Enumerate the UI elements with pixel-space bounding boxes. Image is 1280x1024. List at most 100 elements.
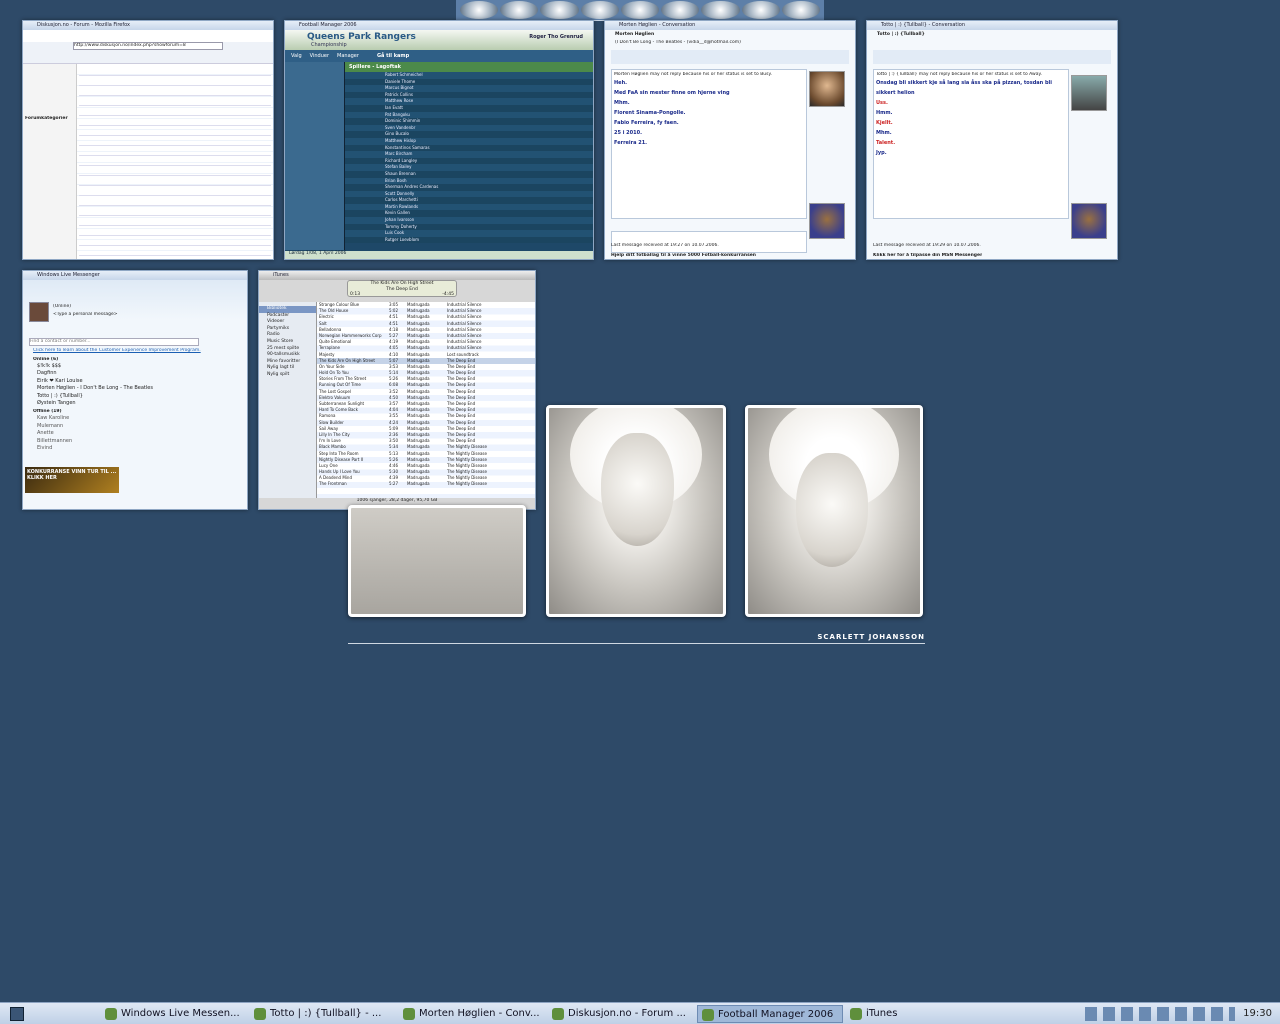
player-row[interactable]: Shaun Brennan <box>345 170 593 178</box>
player-row[interactable]: Richard Langley <box>345 157 593 165</box>
player-row[interactable]: Matthew Hislop <box>345 137 593 145</box>
forum-thread-row[interactable] <box>79 216 271 226</box>
itunes-window[interactable]: iTunes The Kids Are On High Street The D… <box>258 270 536 510</box>
forum-thread-row[interactable] <box>79 136 271 146</box>
forum-thread-row[interactable] <box>79 66 271 76</box>
source-item[interactable]: 90-tallsmusikk <box>259 352 316 359</box>
player-row[interactable]: Marc Bircham <box>345 151 593 158</box>
player-row[interactable]: Matthew Rose <box>345 98 593 105</box>
forum-thread-row[interactable] <box>79 196 271 206</box>
forum-thread-row[interactable] <box>79 226 271 236</box>
player-row[interactable]: Marcus Bignot <box>345 85 593 92</box>
warning-icon[interactable] <box>620 1 660 19</box>
player-row[interactable]: Daniele Thome <box>345 78 593 86</box>
player-row[interactable]: Patrick Collins <box>345 91 593 99</box>
player-row[interactable]: Konstantinos Samaras <box>345 144 593 152</box>
menu-vinduer[interactable]: Vinduer <box>310 53 329 59</box>
photo-left[interactable] <box>348 505 526 617</box>
conversation-totto-window[interactable]: Totto | :) {Tullball} - Conversation Tot… <box>866 20 1118 260</box>
conv1-input[interactable] <box>611 231 807 253</box>
ad-banner[interactable]: KONKURRANSE VINN TUR TIL ... KLIKK HER <box>25 467 119 493</box>
player-row[interactable]: Scott Donnelly <box>345 190 593 198</box>
forum-thread-row[interactable] <box>79 126 271 136</box>
taskbar-button[interactable]: Diskusjon.no - Forum ... <box>548 1005 694 1023</box>
contact-search-input[interactable]: Find a contact or number... <box>29 338 199 346</box>
player-row[interactable]: Kevin Gallen <box>345 210 593 218</box>
source-item[interactable]: Radio <box>259 332 316 339</box>
forum-thread-row[interactable] <box>79 206 271 216</box>
url-bar[interactable]: http://www.diskusjon.no/index.php?showfo… <box>73 42 223 50</box>
forum-thread-row[interactable] <box>79 96 271 106</box>
forum-thread-row[interactable] <box>79 256 271 259</box>
show-desktop-icon[interactable] <box>10 1006 24 1021</box>
contact-online[interactable]: $!k!k $$$ <box>23 363 247 370</box>
source-item[interactable]: Nylig lagt til <box>259 365 316 372</box>
source-item[interactable]: Nylig spilt <box>259 372 316 379</box>
taskbar-button[interactable]: Windows Live Messen... <box>101 1005 247 1023</box>
ceip-banner[interactable]: Click here to learn about the Customer E… <box>33 348 237 354</box>
contact-offline[interactable]: Kaw Karoline <box>23 415 247 422</box>
forum-thread-row[interactable] <box>79 146 271 156</box>
player-row[interactable]: Luis Cook <box>345 230 593 237</box>
contact-online[interactable]: Eirik ❤ Kari Louise <box>23 378 247 385</box>
contact-offline[interactable]: Billettmannen <box>23 438 247 445</box>
contact-online[interactable]: Morten Høglien - I Don't Be Long - The B… <box>23 385 247 392</box>
taskbar-button[interactable]: Football Manager 2006 <box>697 1004 843 1023</box>
menu-valg[interactable]: Valg <box>291 53 302 59</box>
conv1-footer-link[interactable]: Hjelp ditt fotballag til å vinne 5000 Fo… <box>611 253 756 259</box>
my-avatar[interactable] <box>29 302 49 322</box>
player-row[interactable]: Johan Ivarsson <box>345 217 593 224</box>
contact-online[interactable]: Totto | :) {Tullball} <box>23 393 247 400</box>
contact-offline[interactable]: Eivind <box>23 445 247 452</box>
player-row[interactable]: Tommy Doherty <box>345 223 593 231</box>
player-row[interactable]: Carlos Marchetti <box>345 197 593 204</box>
conv2-footer-link[interactable]: Klikk her for å tilpasse din MSN Messeng… <box>873 253 982 259</box>
player-row[interactable]: Ian Evatt <box>345 104 593 112</box>
contact-offline[interactable]: Anette <box>23 430 247 437</box>
forum-thread-row[interactable] <box>79 236 271 246</box>
player-row[interactable]: Martin Rowlands <box>345 203 593 211</box>
conversation-morten-window[interactable]: Morten Høglien - Conversation Morten Høg… <box>604 20 856 260</box>
halflife-icon[interactable] <box>701 1 740 19</box>
fm-icon[interactable] <box>741 1 780 19</box>
contact-online[interactable]: Dagfinn <box>23 370 247 377</box>
wlm-window[interactable]: Windows Live Messenger (Online) <Type a … <box>22 270 248 510</box>
taskbar-button[interactable]: Totto | :) {Tullball} - ... <box>250 1005 396 1023</box>
browser-window[interactable]: Diskusjon.no - Forum - Mozilla Firefox h… <box>22 20 274 260</box>
player-row[interactable]: Stefan Bailey <box>345 164 593 171</box>
forum-thread-row[interactable] <box>79 116 271 126</box>
player-row[interactable]: Sven Vandenbr <box>345 124 593 132</box>
personal-message[interactable]: <Type a personal message> <box>53 312 118 318</box>
contact-online[interactable]: Øystein Tangen <box>23 400 247 407</box>
media-icon[interactable] <box>460 1 499 19</box>
source-item[interactable]: Music Store <box>259 339 316 346</box>
headset-icon[interactable] <box>540 1 579 19</box>
football-icon[interactable] <box>781 1 820 19</box>
taskbar-button[interactable]: Morten Høglien - Conv... <box>399 1005 545 1023</box>
bird-icon[interactable] <box>500 1 539 19</box>
forum-thread-row[interactable] <box>79 76 271 86</box>
player-row[interactable]: Sherman Andres Cardenas <box>345 184 593 191</box>
bird2-icon[interactable] <box>580 1 619 19</box>
menu-manager[interactable]: Manager <box>337 53 359 59</box>
player-row[interactable]: Robert Schmeichel <box>345 72 593 79</box>
forum-thread-row[interactable] <box>79 106 271 116</box>
source-item[interactable]: Bibliotek <box>259 306 316 313</box>
source-item[interactable]: Videoer <box>259 319 316 326</box>
taskbar-button[interactable]: iTunes <box>846 1005 916 1023</box>
photo-middle[interactable] <box>546 405 726 617</box>
player-row[interactable]: Pat Bangoku <box>345 111 593 119</box>
player-row[interactable]: Dominic Shimmin <box>345 118 593 125</box>
forum-thread-row[interactable] <box>79 186 271 196</box>
contact-offline[interactable]: Mulemann <box>23 423 247 430</box>
fm-window[interactable]: Football Manager 2006 Queens Park Ranger… <box>284 20 594 260</box>
player-row[interactable]: Gino Bucalo <box>345 131 593 138</box>
forum-thread-row[interactable] <box>79 246 271 256</box>
forum-thread-row[interactable] <box>79 156 271 166</box>
track-row[interactable]: The Frontman 5:27 Madrugada The Nightly Dis… <box>317 481 535 487</box>
photo-right[interactable] <box>745 405 923 617</box>
player-row[interactable]: Rutger Loevblom <box>345 236 593 244</box>
my-status[interactable]: (Online) <box>53 304 71 310</box>
forum-thread-row[interactable] <box>79 176 271 186</box>
forum-thread-row[interactable] <box>79 166 271 176</box>
